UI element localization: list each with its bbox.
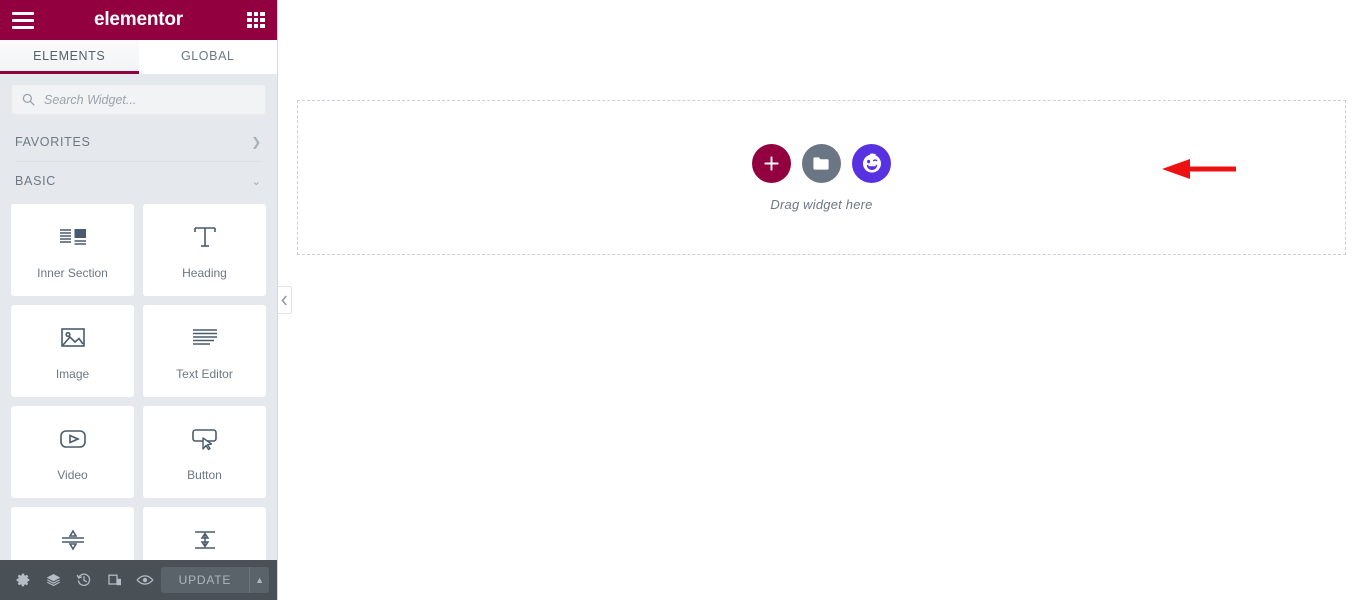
history-clock-icon[interactable] [69, 560, 100, 600]
widget-label: Video [57, 468, 88, 482]
widget-text-editor[interactable]: Text Editor [143, 305, 266, 397]
search-box[interactable] [11, 84, 266, 115]
panel-footer: UPDATE ▲ [0, 560, 277, 600]
widget-button[interactable]: Button [143, 406, 266, 498]
widget-label: Inner Section [37, 266, 108, 280]
widget-grid: Inner Section Heading Image Text Editor … [0, 200, 277, 599]
happy-face-icon [862, 153, 881, 173]
add-template-button[interactable] [802, 143, 841, 183]
add-new-section-button[interactable] [752, 143, 791, 183]
plus-icon [764, 155, 779, 171]
inner-section-icon [56, 220, 90, 254]
panel-collapse-handle[interactable] [278, 286, 292, 314]
add-buttons-row [752, 143, 891, 183]
search-widget-container [0, 74, 277, 123]
section-basic-label: BASIC [15, 174, 57, 188]
tab-elements[interactable]: ELEMENTS [0, 40, 139, 74]
widget-list-scroll[interactable]: FAVORITES ❯ BASIC ⌄ Inner Section Headin… [0, 123, 277, 600]
widget-heading[interactable]: Heading [143, 204, 266, 296]
chevron-right-icon: ❯ [251, 135, 262, 149]
text-editor-icon [188, 321, 222, 355]
button-icon [188, 422, 222, 456]
elementor-logo: elementor [93, 9, 183, 30]
drag-widget-here-label: Drag widget here [770, 196, 873, 212]
update-button[interactable]: UPDATE [160, 567, 250, 593]
panel-tabs: ELEMENTS GLOBAL [0, 40, 277, 74]
section-favorites-label: FAVORITES [15, 135, 91, 149]
search-input[interactable] [44, 92, 255, 107]
settings-gear-icon[interactable] [8, 560, 39, 600]
heading-icon [188, 220, 222, 254]
divider-icon [56, 523, 90, 557]
widget-image[interactable]: Image [11, 305, 134, 397]
elementor-panel: elementor ELEMENTS GLOBAL FAVORITES ❯ [0, 0, 292, 600]
update-button-group: UPDATE ▲ [160, 567, 270, 593]
chevron-down-icon: ⌄ [251, 174, 262, 188]
responsive-device-icon[interactable] [100, 560, 131, 600]
section-favorites[interactable]: FAVORITES ❯ [0, 123, 277, 161]
video-icon [56, 422, 90, 456]
section-basic[interactable]: BASIC ⌄ [0, 162, 277, 200]
image-icon [56, 321, 90, 355]
widget-label: Heading [182, 266, 227, 280]
chevron-left-icon [281, 295, 287, 305]
widget-label: Text Editor [176, 367, 233, 381]
widget-video[interactable]: Video [11, 406, 134, 498]
caret-up-icon[interactable]: ▲ [249, 567, 270, 593]
hamburger-menu-icon[interactable] [12, 9, 38, 31]
panel-header: elementor [0, 0, 277, 40]
widget-label: Button [187, 468, 222, 482]
elementor-editor: elementor ELEMENTS GLOBAL FAVORITES ❯ [0, 0, 1366, 600]
happy-addons-button[interactable] [852, 143, 891, 183]
search-icon [22, 93, 35, 106]
tab-global[interactable]: GLOBAL [138, 40, 277, 74]
editor-canvas[interactable]: Drag widget here [278, 0, 1366, 600]
annotation-arrow [1162, 159, 1236, 179]
widget-inner-section[interactable]: Inner Section [11, 204, 134, 296]
apps-grid-icon[interactable] [247, 12, 265, 28]
navigator-layers-icon[interactable] [39, 560, 70, 600]
widget-label: Image [55, 367, 90, 381]
preview-eye-icon[interactable] [130, 560, 161, 600]
spacer-icon [188, 523, 222, 557]
folder-icon [813, 156, 829, 170]
